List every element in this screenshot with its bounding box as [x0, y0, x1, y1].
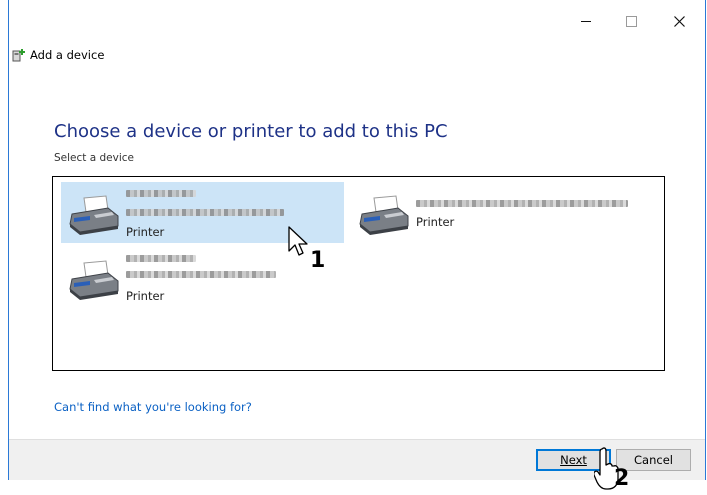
help-link[interactable]: Can't find what you're looking for? — [54, 400, 252, 414]
device-type-label: Printer — [126, 289, 165, 303]
device-address-redacted — [126, 271, 276, 278]
device-type-label: Printer — [126, 225, 165, 239]
close-button[interactable] — [661, 8, 697, 34]
maximize-button[interactable] — [613, 8, 649, 34]
maximize-icon — [625, 15, 637, 27]
printer-icon — [69, 260, 119, 300]
add-device-window: Add a device Choose a device or printer … — [8, 0, 706, 480]
printer-icon — [69, 195, 119, 235]
printer-icon — [359, 195, 409, 235]
device-name-redacted — [126, 190, 196, 197]
step-number-2: 2 — [614, 466, 630, 491]
device-list[interactable]: Printer Printer Printer — [52, 176, 665, 371]
title-bar — [9, 0, 705, 40]
next-button-label: Next — [560, 453, 587, 467]
select-device-label: Select a device — [54, 152, 134, 164]
window-title: Add a device — [30, 48, 105, 62]
minimize-button[interactable] — [568, 8, 604, 34]
device-name-redacted — [126, 255, 196, 262]
device-type-label: Printer — [416, 215, 455, 229]
close-icon — [673, 15, 685, 27]
page-title: Choose a device or printer to add to thi… — [54, 121, 448, 142]
device-item[interactable]: Printer — [351, 182, 641, 243]
add-device-icon — [12, 49, 25, 62]
device-name-redacted — [416, 200, 628, 207]
minimize-icon — [581, 20, 591, 22]
pointer-cursor-icon — [288, 226, 308, 256]
device-address-redacted — [126, 209, 284, 216]
step-number-1: 1 — [310, 248, 326, 273]
window-header: Add a device — [12, 48, 104, 62]
